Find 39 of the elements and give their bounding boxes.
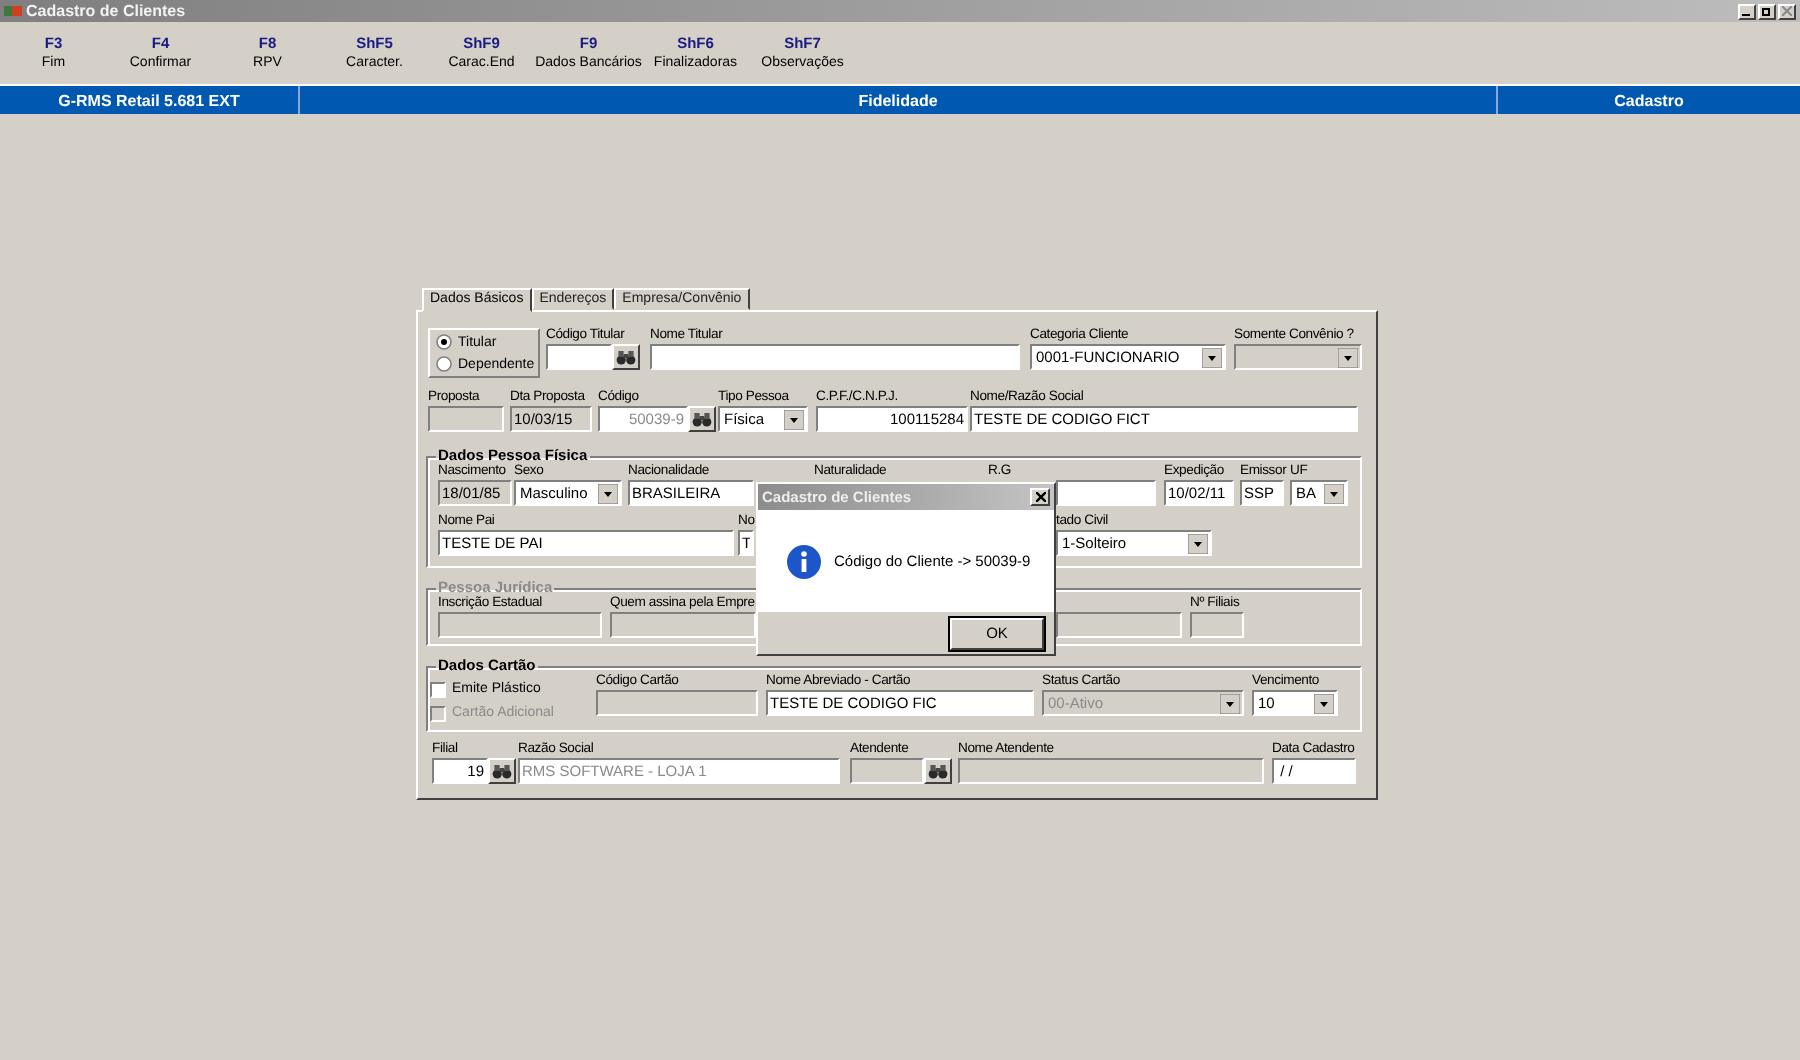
- lookup-button[interactable]: [612, 344, 640, 370]
- dropdown-arrow-icon: [1188, 533, 1208, 553]
- header-bar-cell: Fidelidade: [300, 86, 1498, 114]
- window-title: Cadastro de Clientes: [26, 0, 186, 22]
- restore-icon: [1762, 6, 1772, 16]
- close-button[interactable]: [1778, 3, 1796, 19]
- binoculars-icon: [928, 763, 948, 779]
- close-button[interactable]: [1030, 488, 1050, 506]
- dropdown-arrow-icon: [1338, 347, 1358, 367]
- minimize-button[interactable]: [1738, 3, 1756, 19]
- text-field[interactable]: [546, 344, 612, 370]
- text-field[interactable]: [650, 344, 1020, 370]
- dropdown-arrow-icon: [784, 409, 804, 429]
- binoculars-icon: [692, 411, 712, 427]
- header-bar-cell-text: Cadastro: [1612, 89, 1686, 113]
- header-bar-cell: G-RMS Retail 5.681 EXT: [0, 86, 300, 114]
- close-icon: [1035, 492, 1045, 502]
- text-field[interactable]: [428, 406, 504, 432]
- binoculars-icon: [492, 763, 512, 779]
- text-field[interactable]: [1056, 480, 1156, 506]
- radio-button[interactable]: [436, 334, 452, 350]
- text-field[interactable]: [596, 690, 758, 716]
- dropdown-arrow-icon: [1220, 693, 1240, 713]
- lookup-button[interactable]: [488, 758, 516, 784]
- dropdown-field[interactable]: [1234, 344, 1362, 370]
- dropdown-arrow-icon: [1324, 483, 1344, 503]
- text-field[interactable]: [958, 758, 1264, 784]
- lookup-button[interactable]: [924, 758, 952, 784]
- text-field[interactable]: [850, 758, 924, 784]
- app-icon: [4, 4, 22, 18]
- dropdown-arrow-icon: [1314, 693, 1334, 713]
- radio-button[interactable]: [436, 356, 452, 372]
- binoculars-icon: [616, 349, 636, 365]
- dropdown-arrow-icon: [1202, 347, 1222, 367]
- checkbox[interactable]: [430, 681, 446, 697]
- restore-button[interactable]: [1758, 3, 1776, 19]
- info-icon: [786, 543, 822, 579]
- close-icon: [1782, 6, 1792, 16]
- dropdown-arrow-icon: [598, 483, 618, 503]
